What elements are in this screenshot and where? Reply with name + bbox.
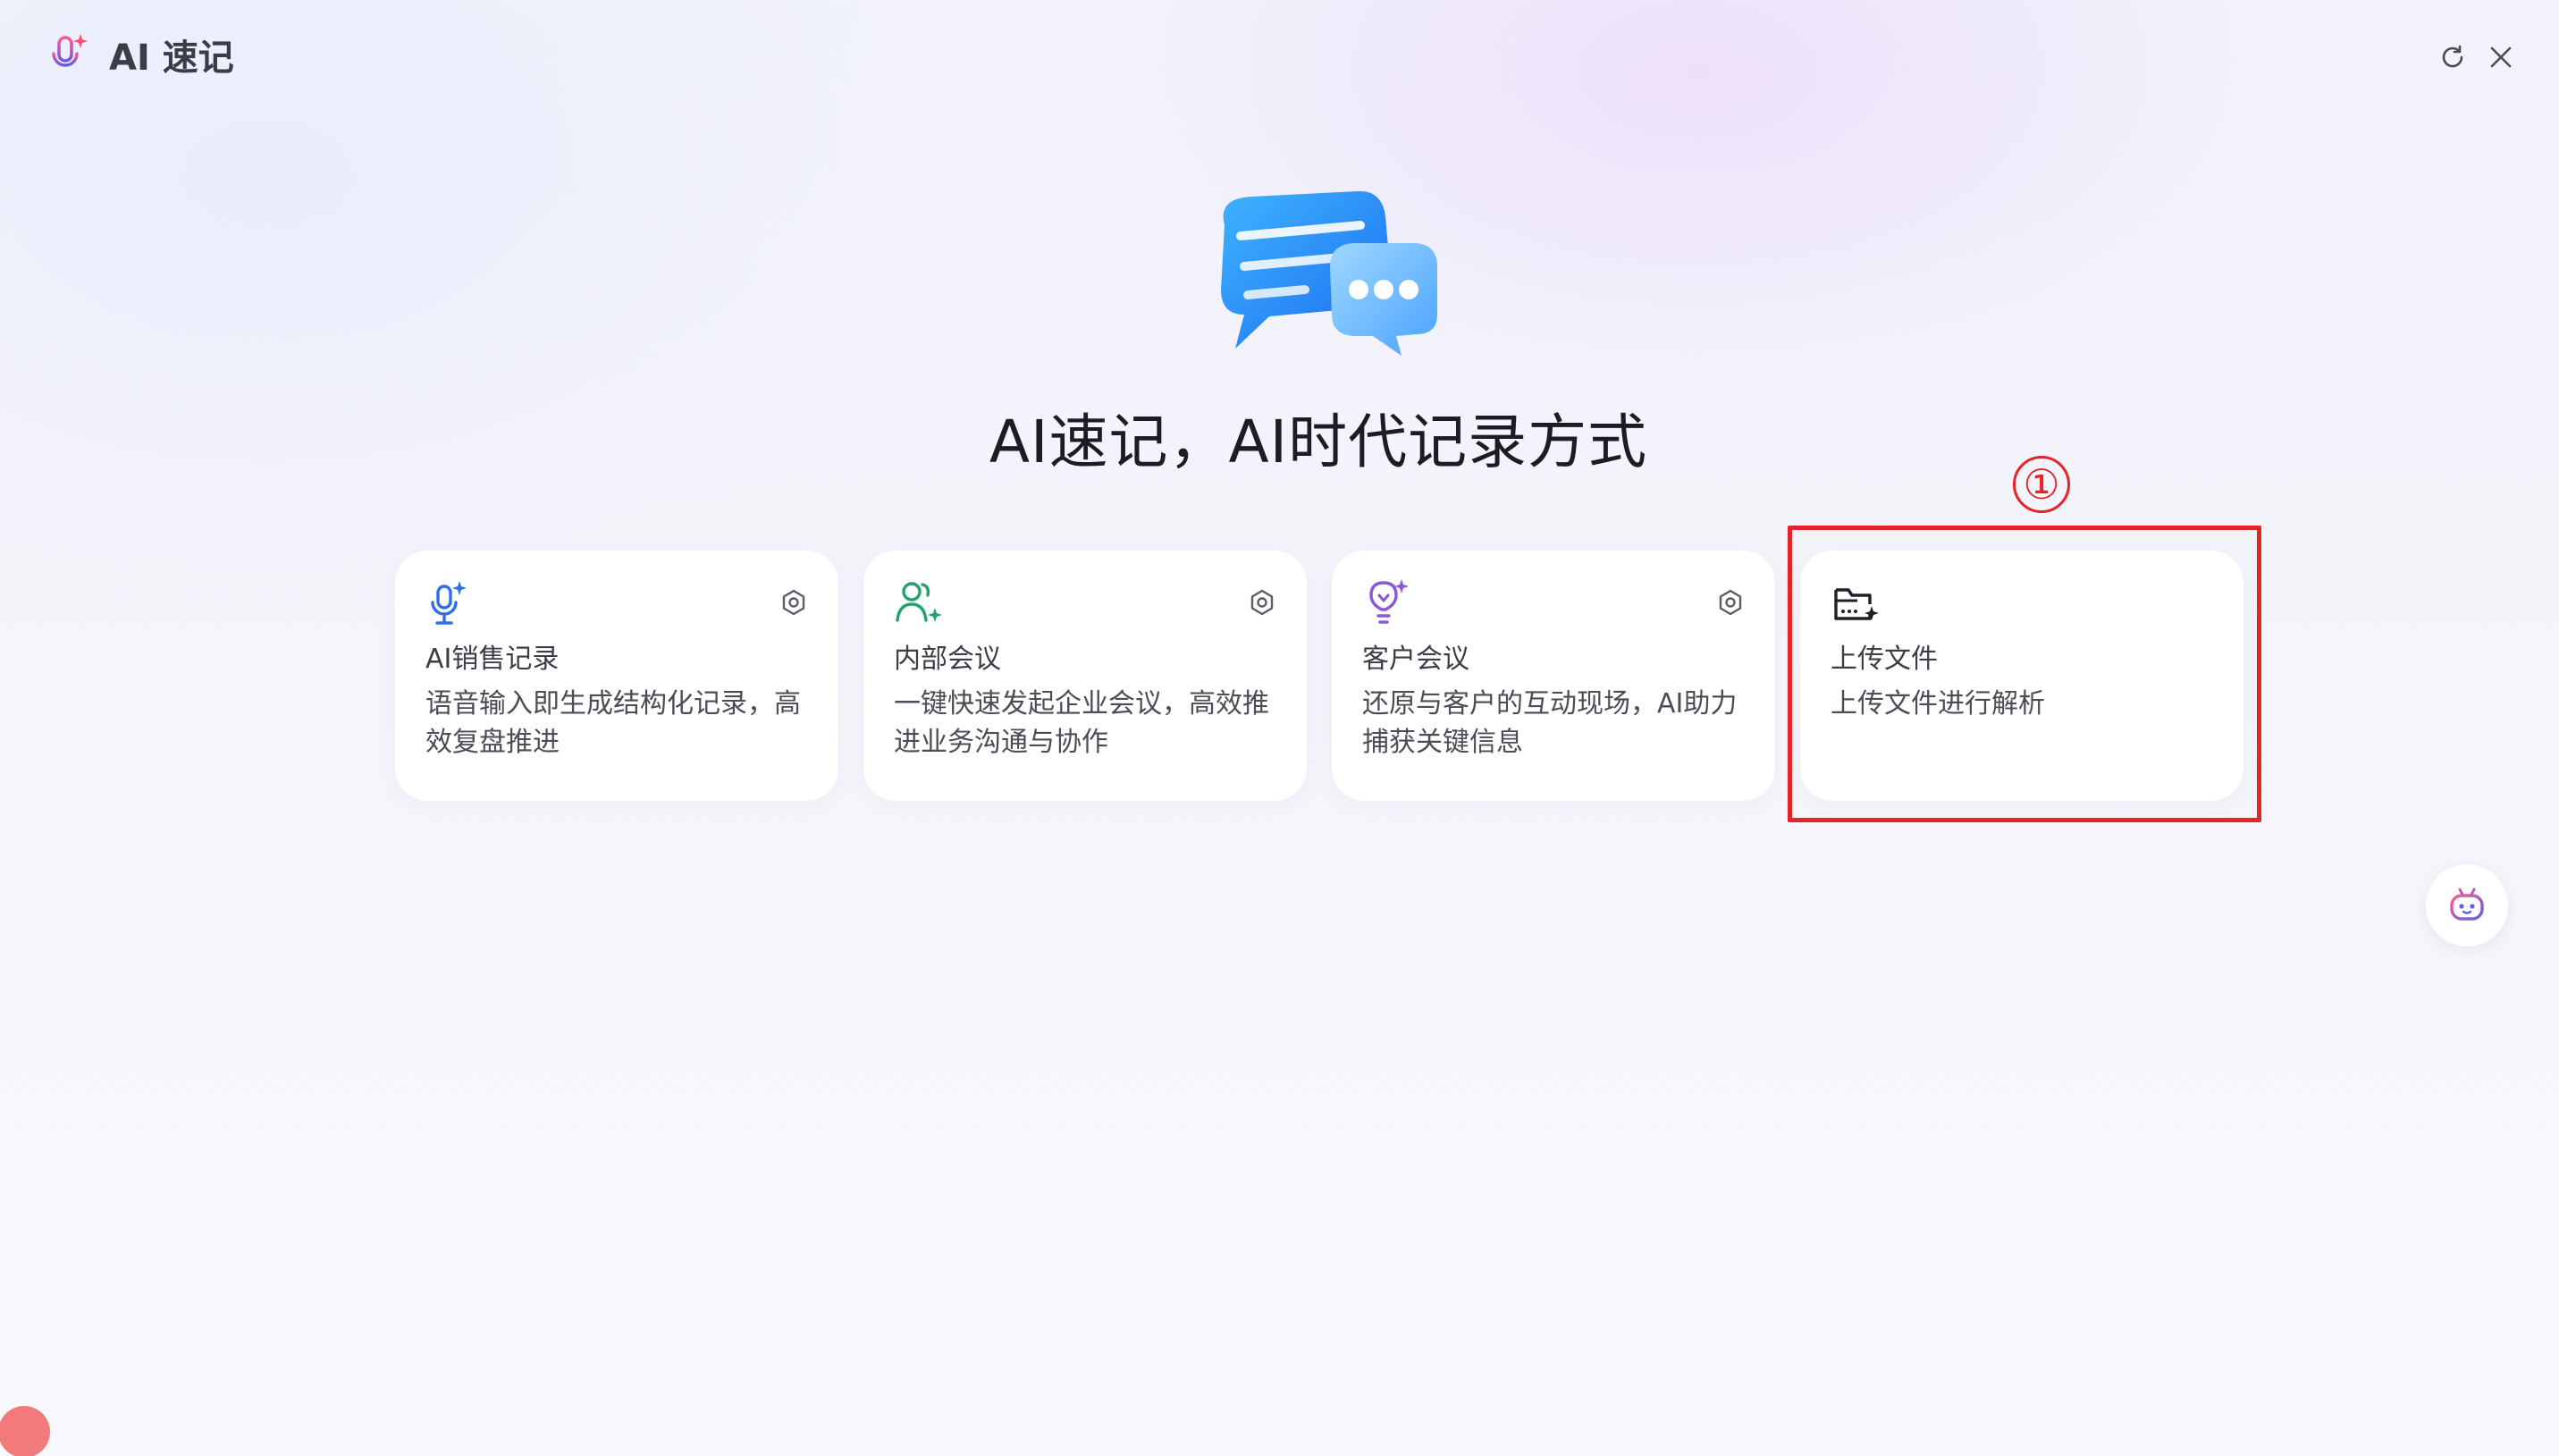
hero-title: AI速记，AI时代记录方式 xyxy=(989,408,1648,476)
top-bar: AI 速记 xyxy=(0,0,2559,116)
robot-icon xyxy=(2450,888,2484,921)
card-description: 还原与客户的互动现场，AI助力捕获关键信息 xyxy=(1362,688,1738,758)
annotation-highlight-box xyxy=(1788,526,2261,822)
mic-sparkle-icon xyxy=(431,581,467,625)
card-title: AI销售记录 xyxy=(425,644,560,675)
card-ai-sales-record[interactable]: AI销售记录 语音输入即生成结构化记录，高效复盘推进 xyxy=(395,551,838,801)
mic-sparkle-icon xyxy=(52,34,88,78)
card-description: 一键快速发起企业会议，高效推进业务沟通与协作 xyxy=(894,688,1269,758)
app-title: AI 速记 xyxy=(109,38,234,79)
assistant-button[interactable] xyxy=(2426,864,2508,947)
people-icon xyxy=(896,582,942,622)
card-internal-meeting[interactable]: 内部会议 一键快速发起企业会议，高效推进业务沟通与协作 xyxy=(863,551,1307,801)
card-title: 客户会议 xyxy=(1362,644,1469,675)
card-description: 语音输入即生成结构化记录，高效复盘推进 xyxy=(425,688,801,758)
record-indicator[interactable] xyxy=(0,1406,50,1456)
chat-bubbles-icon xyxy=(1221,190,1437,356)
lightbulb-sparkle-icon xyxy=(1369,579,1409,624)
settings-icon[interactable] xyxy=(1716,588,1745,617)
card-client-meeting[interactable]: 客户会议 还原与客户的互动现场，AI助力捕获关键信息 xyxy=(1332,551,1775,801)
refresh-icon[interactable] xyxy=(2437,41,2469,73)
card-title: 内部会议 xyxy=(894,644,1001,675)
settings-icon[interactable] xyxy=(779,588,808,617)
close-icon[interactable] xyxy=(2485,41,2517,73)
settings-icon[interactable] xyxy=(1248,588,1276,617)
annotation-step-number: ① xyxy=(2013,456,2070,513)
